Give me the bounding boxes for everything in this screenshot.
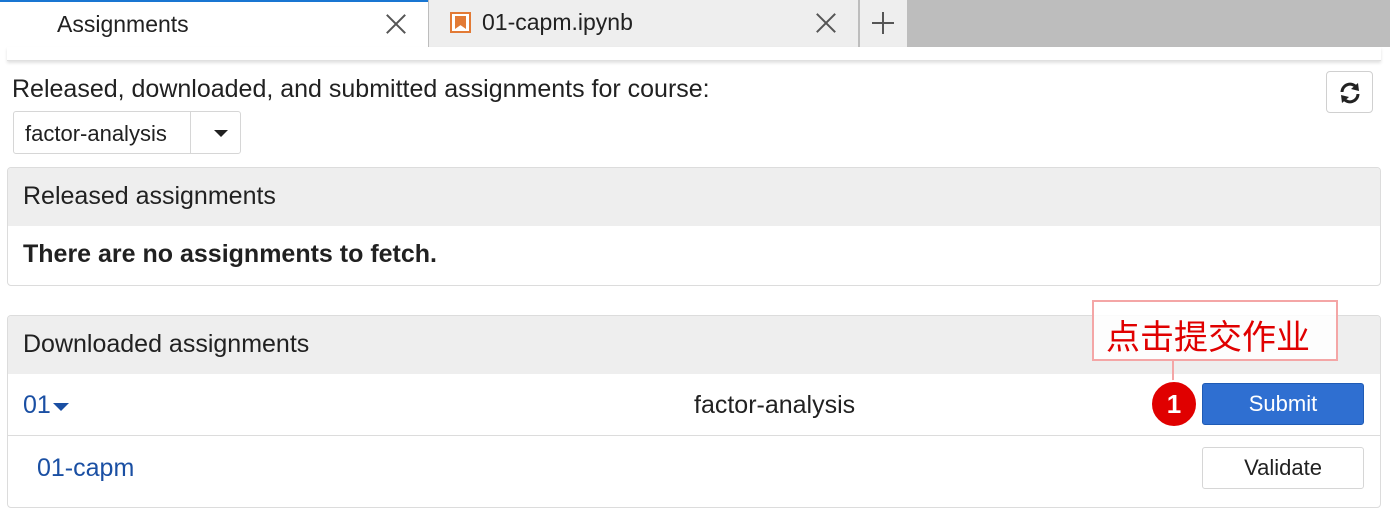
assignments-panel: Released, downloaded, and submitted assi… — [0, 47, 1382, 520]
empty-message: There are no assignments to fetch. — [23, 240, 437, 268]
caret-down-icon[interactable] — [52, 402, 69, 411]
tab-bar: Assignments 01-capm.ipynb — [0, 0, 1390, 47]
assignment-name[interactable]: 01 — [23, 391, 51, 420]
refresh-icon — [1340, 82, 1360, 104]
tab-notebook[interactable]: 01-capm.ipynb — [429, 0, 859, 47]
notebook-row: 01-capm Validate — [8, 437, 1380, 507]
close-icon[interactable] — [815, 12, 837, 34]
refresh-button[interactable] — [1326, 71, 1373, 113]
panel-title: Released assignments — [23, 182, 276, 210]
notebook-link[interactable]: 01-capm — [37, 454, 134, 483]
chevron-down-icon — [214, 130, 228, 137]
submit-button[interactable]: Submit — [1202, 383, 1364, 425]
add-tab-button[interactable] — [860, 0, 907, 47]
annotation-callout: 点击提交作业 — [1092, 300, 1338, 361]
assignment-course: factor-analysis — [694, 391, 856, 419]
validate-button[interactable]: Validate — [1202, 447, 1364, 489]
tab-label: 01-capm.ipynb — [482, 9, 633, 35]
divider — [190, 112, 191, 153]
panel-header: Released assignments — [8, 168, 1380, 226]
released-assignments-panel: Released assignments There are no assign… — [7, 167, 1381, 286]
tab-assignments[interactable]: Assignments — [0, 0, 428, 47]
tab-label: Assignments — [57, 11, 189, 37]
notebook-icon — [450, 12, 471, 33]
assignment-toggle[interactable]: 01 — [23, 391, 69, 420]
course-select-value: factor-analysis — [25, 121, 167, 146]
course-prompt: Released, downloaded, and submitted assi… — [12, 75, 710, 103]
close-icon[interactable] — [385, 13, 407, 35]
annotation-badge: 1 — [1150, 380, 1198, 428]
annotation-text: 点击提交作业 — [1106, 318, 1310, 358]
divider — [7, 47, 1381, 61]
course-select[interactable]: factor-analysis — [13, 111, 241, 154]
panel-title: Downloaded assignments — [23, 330, 310, 358]
